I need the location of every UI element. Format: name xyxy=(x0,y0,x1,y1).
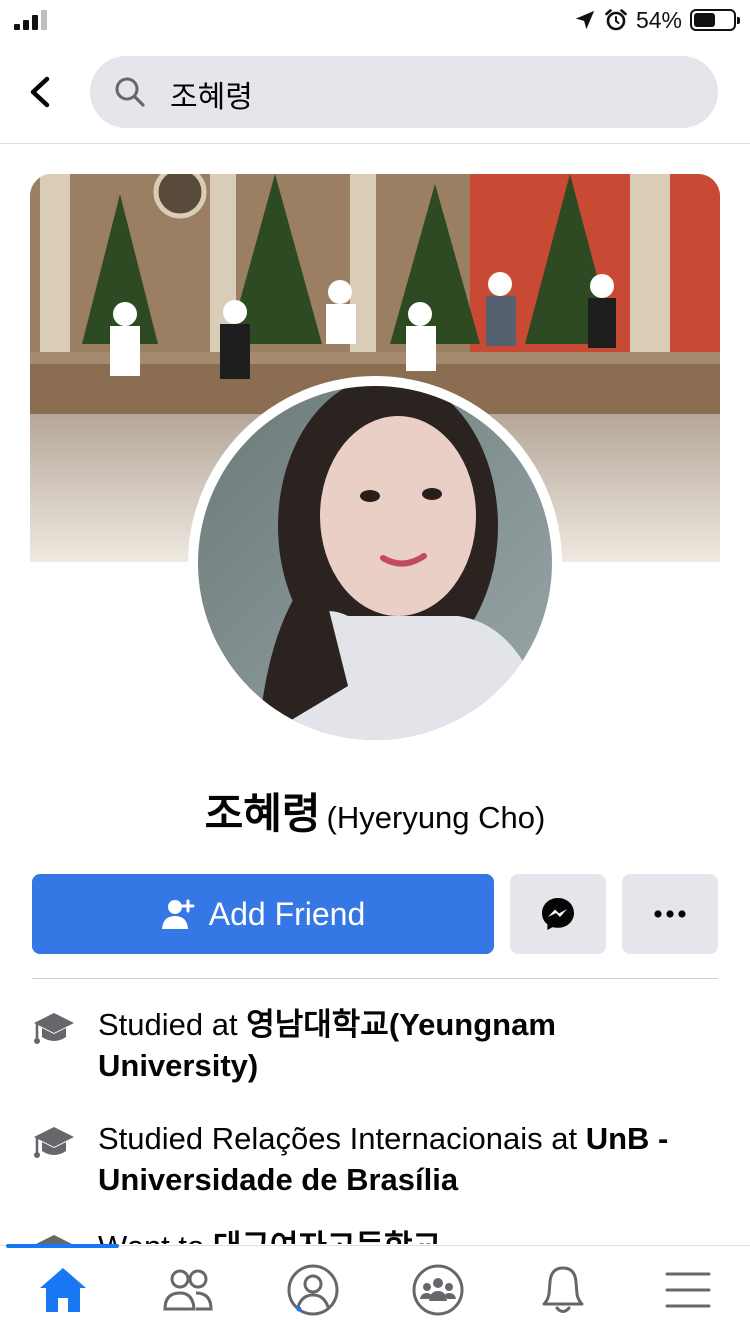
graduation-cap-icon xyxy=(34,1127,74,1158)
education-prefix: Studied Relações Internacionais at xyxy=(98,1121,586,1156)
message-button[interactable] xyxy=(510,874,606,954)
battery-icon xyxy=(690,9,740,31)
tab-menu[interactable] xyxy=(658,1260,718,1320)
education-prefix: Went to xyxy=(98,1229,213,1244)
battery-percentage: 54% xyxy=(635,6,682,33)
tab-groups[interactable] xyxy=(408,1260,468,1320)
education-prefix: Studied at xyxy=(98,1007,247,1042)
profile-icon xyxy=(287,1264,339,1316)
menu-icon xyxy=(665,1272,711,1308)
profile-picture-image xyxy=(198,386,552,740)
search-input[interactable]: 조혜령 xyxy=(90,56,718,128)
add-person-icon xyxy=(161,899,195,929)
education-school-link[interactable]: 대구여자고등학교 xyxy=(213,1229,441,1244)
active-tab-indicator xyxy=(6,1244,119,1248)
status-bar: 54% xyxy=(0,0,750,40)
education-item[interactable]: Studied Relações Internacionais at UnB -… xyxy=(32,1118,718,1200)
graduation-cap-icon xyxy=(34,1013,74,1044)
location-arrow-icon xyxy=(575,10,595,30)
education-item[interactable]: Went to 대구여자고등학교 xyxy=(32,1226,718,1244)
alarm-icon xyxy=(605,9,627,31)
education-item[interactable]: Studied at 영남대학교(Yeungnam University) xyxy=(32,1004,718,1086)
tab-friends[interactable] xyxy=(158,1260,218,1320)
back-button[interactable] xyxy=(20,72,60,112)
tab-home[interactable] xyxy=(33,1260,93,1320)
add-friend-button[interactable]: Add Friend xyxy=(32,874,494,954)
add-friend-label: Add Friend xyxy=(208,895,366,932)
ellipsis-icon xyxy=(654,910,686,918)
bottom-tab-bar xyxy=(0,1244,750,1334)
section-divider xyxy=(32,978,718,979)
chevron-left-icon xyxy=(30,76,50,108)
cellular-signal-icon xyxy=(14,10,48,30)
battery-level-fill xyxy=(694,13,715,27)
profile-name: 조혜령 (Hyeryung Cho) xyxy=(0,780,750,841)
profile-picture[interactable] xyxy=(198,386,552,740)
tab-notifications[interactable] xyxy=(533,1260,593,1320)
intro-details: Studied at 영남대학교(Yeungnam University) St… xyxy=(0,1000,750,1244)
home-icon xyxy=(40,1268,86,1312)
search-query: 조혜령 xyxy=(170,80,253,115)
tab-profile[interactable] xyxy=(283,1260,343,1320)
more-options-button[interactable] xyxy=(622,874,718,954)
search-header: 조혜령 xyxy=(0,40,750,144)
friends-icon xyxy=(163,1269,213,1311)
search-icon xyxy=(115,77,145,107)
notifications-icon xyxy=(542,1266,584,1313)
groups-icon xyxy=(412,1264,464,1316)
graduation-cap-icon xyxy=(36,1235,72,1244)
messenger-icon xyxy=(542,898,574,930)
profile-name-alternate: (Hyeryung Cho) xyxy=(326,800,546,835)
profile-name-primary: 조혜령 xyxy=(204,789,321,838)
